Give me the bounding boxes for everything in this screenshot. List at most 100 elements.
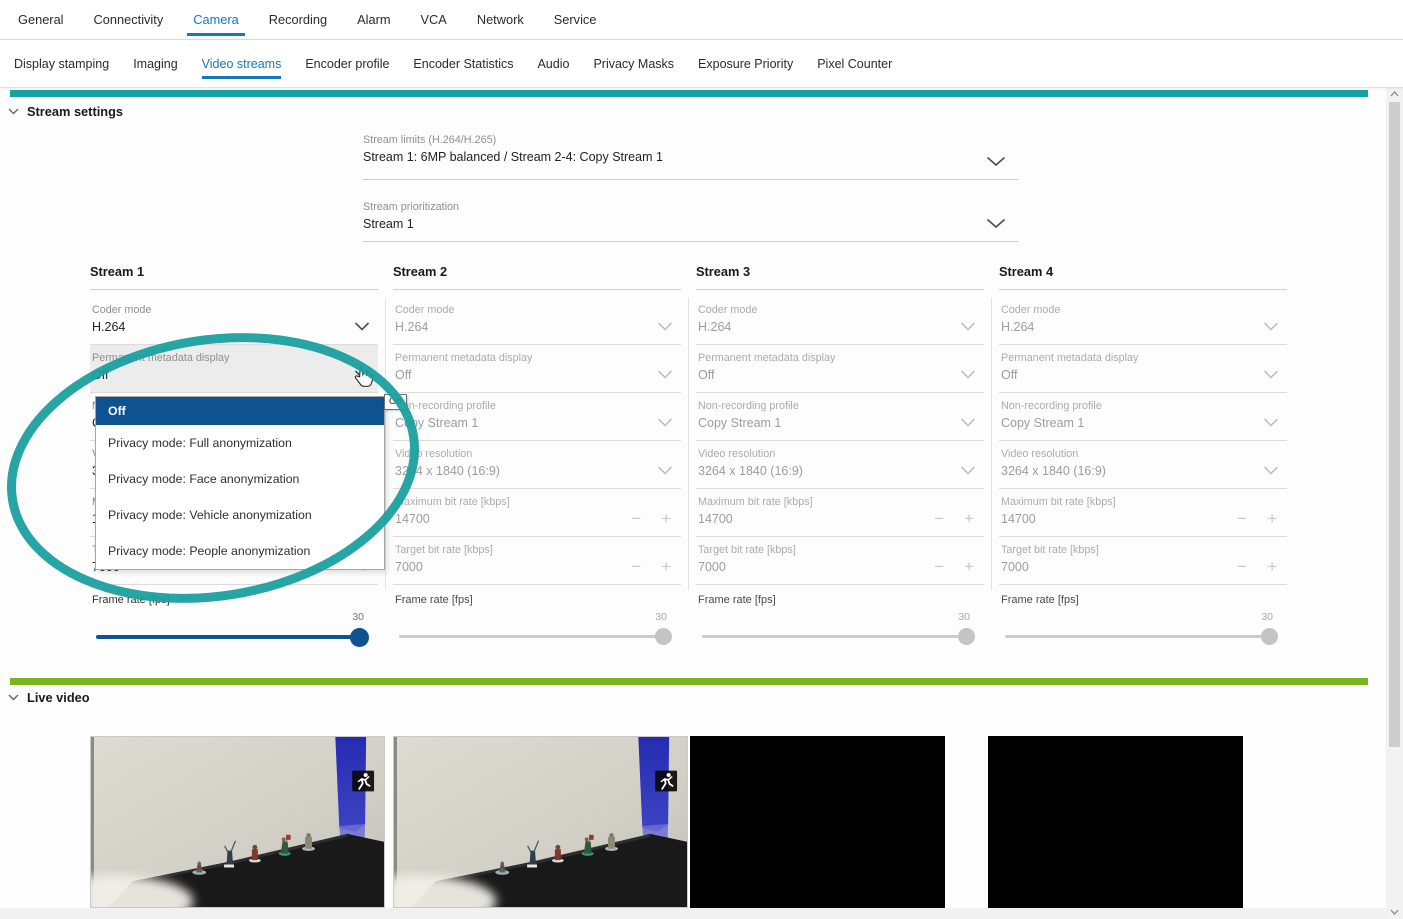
live-video-stream-1[interactable] [90, 736, 385, 908]
dropdown-option[interactable]: Privacy mode: People anonymization [96, 533, 384, 569]
metadata-display-field[interactable]: Permanent metadata display Off [999, 345, 1287, 393]
increment-button[interactable]: + [1267, 558, 1277, 575]
live-video-stream-4[interactable] [988, 736, 1243, 908]
top-nav-item[interactable]: General [18, 0, 64, 40]
decrement-button[interactable]: − [1237, 558, 1247, 575]
frame-rate-slider[interactable] [96, 635, 366, 639]
field-value: Off [698, 368, 984, 382]
video-resolution-field[interactable]: Video resolution 3264 x 1840 (16:9) [696, 441, 984, 489]
top-nav-item[interactable]: Camera [193, 0, 239, 40]
chevron-down-icon [657, 322, 673, 331]
bottom-strip [0, 908, 1386, 919]
slider-knob[interactable] [958, 628, 975, 645]
increment-button[interactable]: + [1267, 510, 1277, 527]
slider-knob[interactable] [655, 628, 672, 645]
stream-limits-select[interactable]: Stream limits (H.264/H.265) Stream 1: 6M… [363, 134, 1018, 180]
field-value: Off [395, 368, 681, 382]
video-resolution-field[interactable]: Video resolution 3264 x 1840 (16:9) [999, 441, 1287, 489]
field-label: Frame rate [fps] [698, 594, 984, 606]
decrement-button[interactable]: − [934, 510, 944, 527]
non-recording-profile-field[interactable]: Non-recording profile Copy Stream 1 [999, 393, 1287, 441]
frame-rate-slider[interactable] [702, 635, 972, 638]
increment-button[interactable]: + [964, 558, 974, 575]
chevron-down-icon [1263, 466, 1279, 475]
vertical-scrollbar[interactable] [1386, 88, 1403, 919]
green-accent-bar [10, 678, 1368, 685]
coder-mode-field[interactable]: Coder mode H.264 [696, 290, 984, 345]
chevron-down-icon [960, 322, 976, 331]
slider-knob[interactable] [1261, 628, 1278, 645]
coder-mode-field[interactable]: Coder mode H.264 [90, 290, 378, 345]
decrement-button[interactable]: − [631, 510, 641, 527]
max-bitrate-field[interactable]: Maximum bit rate [kbps] 14700 − + [393, 489, 681, 537]
live-video-header[interactable]: Live video [8, 690, 90, 705]
metadata-display-field[interactable]: Permanent metadata display Off [696, 345, 984, 393]
decrement-button[interactable]: − [631, 558, 641, 575]
scroll-down-icon[interactable] [1390, 909, 1399, 915]
sub-nav-item[interactable]: Audio [537, 41, 569, 88]
dropdown-option[interactable]: Privacy mode: Full anonymization [96, 425, 384, 461]
top-nav-item[interactable]: Network [477, 0, 524, 40]
increment-button[interactable]: + [661, 510, 671, 527]
top-nav-item[interactable]: VCA [421, 0, 447, 40]
metadata-display-field[interactable]: Permanent metadata display Off [90, 345, 378, 393]
increment-button[interactable]: + [964, 510, 974, 527]
sub-nav-item[interactable]: Pixel Counter [817, 41, 892, 88]
chevron-down-icon [1263, 370, 1279, 379]
scrollbar-thumb[interactable] [1389, 102, 1400, 747]
slider-knob[interactable] [350, 628, 369, 647]
chevron-down-icon [1263, 322, 1279, 331]
metadata-display-field[interactable]: Permanent metadata display Off [393, 345, 681, 393]
chevron-down-icon [986, 156, 1006, 167]
field-label: Maximum bit rate [kbps] [395, 496, 681, 508]
motion-event-icon [655, 771, 677, 792]
target-bitrate-field[interactable]: Target bit rate [kbps] 7000 − + [393, 537, 681, 585]
frame-rate-slider[interactable] [399, 635, 669, 638]
target-bitrate-field[interactable]: Target bit rate [kbps] 7000 − + [696, 537, 984, 585]
top-nav-item[interactable]: Recording [269, 0, 327, 40]
coder-mode-field[interactable]: Coder mode H.264 [393, 290, 681, 345]
field-label: Non-recording profile [395, 400, 681, 412]
sub-nav-item[interactable]: Privacy Masks [593, 41, 674, 88]
coder-mode-field[interactable]: Coder mode H.264 [999, 290, 1287, 345]
chevron-down-icon [960, 370, 976, 379]
scroll-up-icon[interactable] [1390, 91, 1399, 97]
sub-nav-item[interactable]: Video streams [202, 41, 282, 88]
collapse-chevron-icon[interactable] [8, 108, 19, 115]
field-label: Stream prioritization [363, 201, 1018, 213]
decrement-button[interactable]: − [1237, 510, 1247, 527]
live-video-stream-2[interactable] [393, 736, 688, 908]
top-nav-item[interactable]: Service [554, 0, 597, 40]
metadata-dropdown: OffPrivacy mode: Full anonymizationPriva… [95, 396, 385, 570]
chevron-down-icon [657, 370, 673, 379]
dropdown-option[interactable]: Privacy mode: Vehicle anonymization [96, 497, 384, 533]
frame-rate-slider[interactable] [1005, 635, 1275, 638]
dropdown-option[interactable]: Privacy mode: Face anonymization [96, 461, 384, 497]
sub-nav-item[interactable]: Encoder profile [305, 41, 389, 88]
field-value: 3264 x 1840 (16:9) [1001, 464, 1287, 478]
video-resolution-field[interactable]: Video resolution 3264 x 1840 (16:9) [393, 441, 681, 489]
field-label: Frame rate [fps] [1001, 594, 1287, 606]
sub-nav-item[interactable]: Display stamping [14, 41, 109, 88]
section-title: Stream settings [27, 104, 123, 119]
sub-nav-item[interactable]: Imaging [133, 41, 177, 88]
non-recording-profile-field[interactable]: Non-recording profile Copy Stream 1 [696, 393, 984, 441]
sub-nav-items: Display stamping Imaging Video streams Enco… [14, 41, 892, 88]
motion-event-icon [352, 771, 374, 792]
live-video-stream-3[interactable] [690, 736, 945, 908]
target-bitrate-field[interactable]: Target bit rate [kbps] 7000 − + [999, 537, 1287, 585]
max-bitrate-field[interactable]: Maximum bit rate [kbps] 14700 − + [696, 489, 984, 537]
non-recording-profile-field[interactable]: Non-recording profile Copy Stream 1 [393, 393, 681, 441]
dropdown-option[interactable]: Off [96, 397, 384, 425]
top-nav-item[interactable]: Connectivity [94, 0, 164, 40]
max-bitrate-field[interactable]: Maximum bit rate [kbps] 14700 − + [999, 489, 1287, 537]
decrement-button[interactable]: − [934, 558, 944, 575]
field-value: H.264 [698, 320, 984, 334]
collapse-chevron-icon[interactable] [8, 694, 19, 701]
sub-nav-item[interactable]: Exposure Priority [698, 41, 793, 88]
stream-settings-header[interactable]: Stream settings [8, 104, 123, 119]
increment-button[interactable]: + [661, 558, 671, 575]
top-nav-item[interactable]: Alarm [357, 0, 390, 40]
sub-nav-item[interactable]: Encoder Statistics [413, 41, 513, 88]
stream-prioritization-select[interactable]: Stream prioritization Stream 1 [363, 201, 1018, 242]
